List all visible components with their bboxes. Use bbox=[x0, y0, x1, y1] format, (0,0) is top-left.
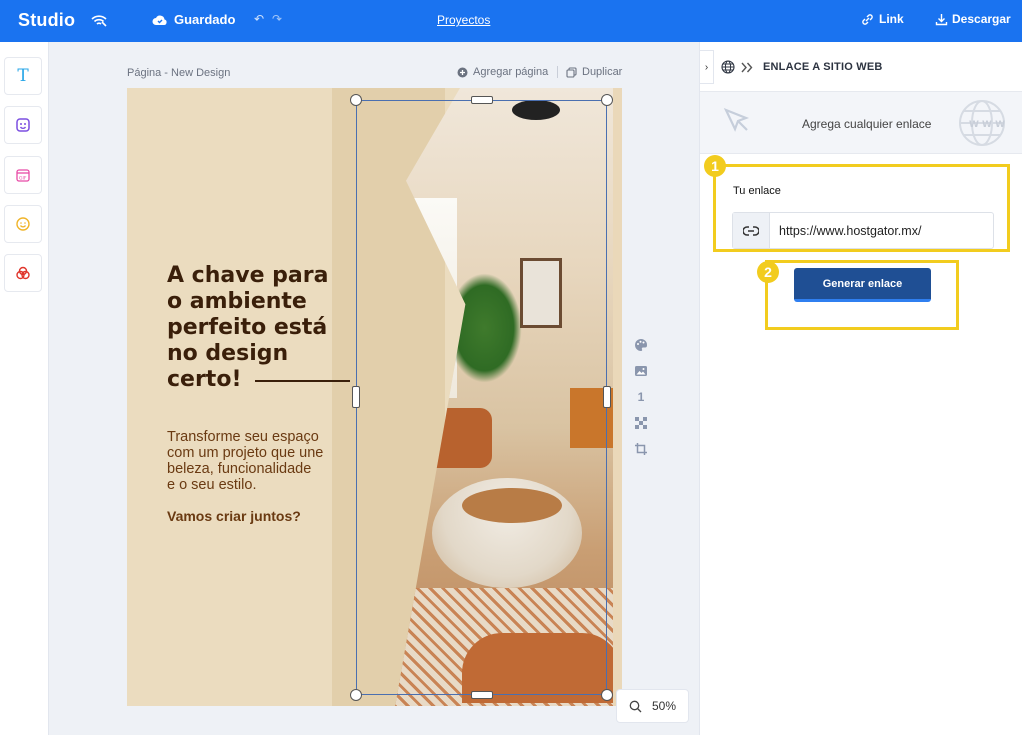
search-icon bbox=[629, 700, 642, 712]
globe-icon bbox=[721, 60, 735, 74]
shapes-tool-button[interactable] bbox=[4, 254, 42, 292]
link-icon bbox=[862, 13, 873, 25]
resize-handle-top[interactable] bbox=[471, 96, 493, 104]
link-icon bbox=[733, 213, 770, 248]
zoom-control[interactable]: 50% bbox=[616, 689, 689, 723]
headline-line-1: A chave para bbox=[167, 263, 329, 288]
resize-handle-top-right[interactable] bbox=[601, 94, 613, 106]
double-chevron-icon bbox=[741, 62, 753, 73]
gif-icon: GIF bbox=[16, 169, 30, 182]
plus-circle-icon bbox=[457, 67, 468, 77]
resize-handle-bottom-right[interactable] bbox=[601, 689, 613, 701]
image-smile-icon bbox=[16, 118, 30, 132]
headline-underline bbox=[255, 380, 350, 382]
collapse-panel-button[interactable]: › bbox=[700, 50, 714, 84]
url-input-group bbox=[732, 212, 994, 249]
svg-text:GIF: GIF bbox=[19, 176, 27, 182]
resize-handle-left[interactable] bbox=[352, 386, 360, 408]
image-icon[interactable] bbox=[633, 358, 649, 384]
app-logo: Studio bbox=[18, 10, 76, 30]
page-label: Página - New Design bbox=[127, 67, 231, 79]
palette-icon[interactable] bbox=[633, 332, 649, 358]
www-globe-icon: W W W bbox=[959, 100, 1005, 146]
step-badge-2: 2 bbox=[757, 261, 779, 283]
design-cta-text[interactable]: Vamos criar juntos? bbox=[167, 508, 301, 524]
url-field-label: Tu enlace bbox=[733, 185, 781, 197]
duplicate-label: Duplicar bbox=[582, 66, 623, 78]
resize-handle-top-left[interactable] bbox=[350, 94, 362, 106]
body-line-1: Transforme seu espaço bbox=[167, 429, 319, 445]
save-status: Guardado bbox=[152, 12, 235, 27]
text-icon: T bbox=[17, 66, 29, 86]
resize-handle-bottom[interactable] bbox=[471, 691, 493, 699]
gif-tool-button[interactable]: GIF bbox=[4, 156, 42, 194]
headline-line-3: perfeito está bbox=[167, 315, 328, 340]
shapes-icon bbox=[16, 266, 30, 280]
panel-title: ENLACE A SITIO WEB bbox=[763, 61, 883, 73]
svg-text:W W W: W W W bbox=[969, 120, 1005, 130]
undo-icon[interactable]: ↶ bbox=[254, 12, 264, 26]
headline-line-4: no design bbox=[167, 341, 289, 366]
image-tool-button[interactable] bbox=[4, 106, 42, 144]
design-body-text[interactable]: Transforme seu espaço com um projeto que… bbox=[167, 429, 367, 493]
selection-box bbox=[356, 100, 607, 695]
download-label: Descargar bbox=[952, 12, 1011, 26]
panel-header: › ENLACE A SITIO WEB bbox=[700, 42, 1022, 92]
design-headline[interactable]: A chave para o ambiente perfeito está no… bbox=[167, 263, 367, 393]
url-input[interactable] bbox=[770, 213, 990, 248]
top-bar: Studio Guardado ↶ ↷ Proyectos Link Desca… bbox=[0, 0, 1022, 42]
panel-hint-text: Agrega cualquier enlace bbox=[802, 117, 932, 131]
link-label: Link bbox=[879, 12, 904, 26]
emoji-tool-button[interactable] bbox=[4, 205, 42, 243]
toolbar-divider bbox=[557, 66, 558, 78]
step-badge-1: 1 bbox=[704, 155, 726, 177]
link-panel: › ENLACE A SITIO WEB Agrega cualquier en… bbox=[699, 42, 1022, 735]
zoom-level: 50% bbox=[651, 699, 677, 713]
resize-handle-bottom-left[interactable] bbox=[350, 689, 362, 701]
saved-label: Guardado bbox=[174, 12, 236, 27]
link-button[interactable]: Link bbox=[861, 12, 904, 26]
page-right-edge bbox=[613, 88, 622, 706]
add-page-label: Agregar página bbox=[473, 66, 549, 78]
chevron-right-icon: › bbox=[704, 61, 709, 73]
cursor-arrow-icon bbox=[723, 107, 750, 132]
cloud-icon bbox=[152, 15, 167, 25]
text-tool-button[interactable]: T bbox=[4, 57, 42, 95]
generate-link-button[interactable]: Generar enlace bbox=[794, 268, 931, 302]
wifi-hand-icon bbox=[90, 12, 108, 33]
headline-line-2: o ambiente bbox=[167, 289, 307, 314]
download-button[interactable]: Descargar bbox=[935, 12, 1011, 26]
crop-icon[interactable] bbox=[633, 436, 649, 462]
download-icon bbox=[935, 13, 948, 25]
projects-link[interactable]: Proyectos bbox=[437, 13, 490, 27]
layer-number: 1 bbox=[637, 390, 645, 404]
smile-icon bbox=[16, 217, 30, 231]
body-line-2: com um projeto que une bbox=[167, 445, 324, 461]
add-page-button[interactable]: Agregar página bbox=[457, 66, 548, 78]
copy-icon bbox=[566, 66, 577, 78]
panel-hint: Agrega cualquier enlace W W W bbox=[700, 92, 1022, 154]
arrange-icon[interactable] bbox=[633, 410, 649, 436]
left-toolbar: T GIF bbox=[0, 42, 49, 735]
body-line-4: e o seu estilo. bbox=[167, 477, 257, 493]
element-side-tools: 1 bbox=[633, 332, 649, 462]
body-line-3: beleza, funcionalidade bbox=[167, 461, 312, 477]
redo-icon[interactable]: ↷ bbox=[272, 12, 282, 26]
resize-handle-right[interactable] bbox=[603, 386, 611, 408]
duplicate-button[interactable]: Duplicar bbox=[566, 66, 622, 78]
